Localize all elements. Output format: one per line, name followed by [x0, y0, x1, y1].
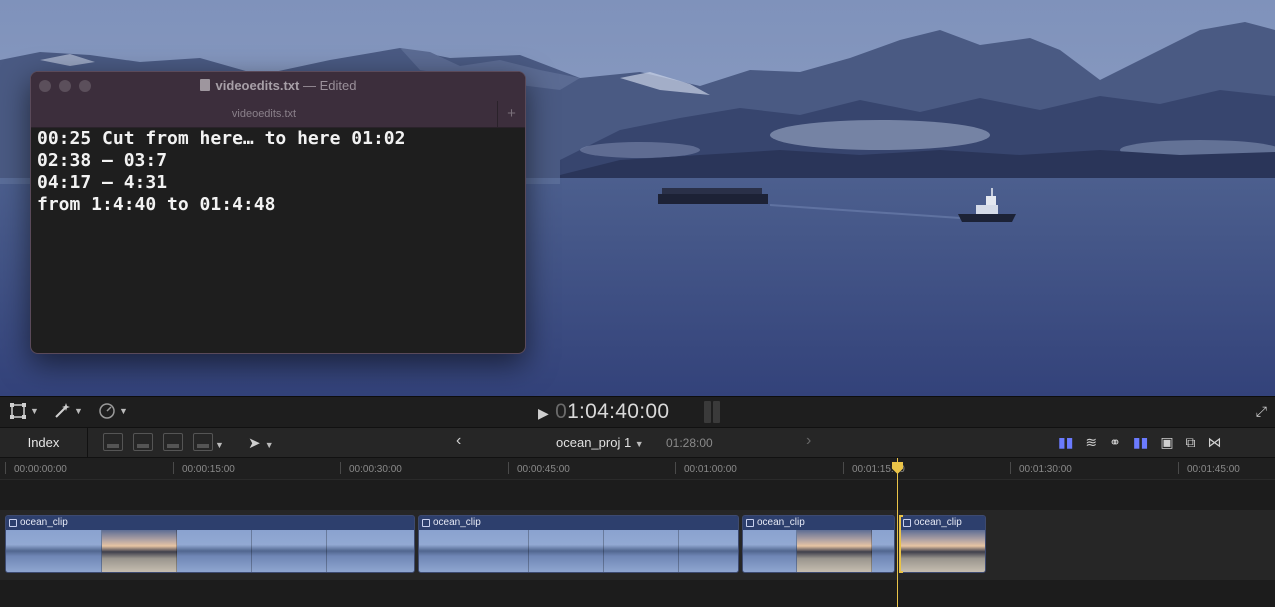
skimming-icon[interactable]: ▮▮: [1058, 434, 1073, 451]
clip-filmstrip: [743, 530, 894, 572]
ruler-label: 00:00:45:00: [517, 464, 570, 475]
clip-name: ocean_clip: [757, 517, 805, 528]
chevron-down-icon: ▼: [264, 440, 274, 450]
timeline-ruler[interactable]: 00:00:00:00 00:00:15:00 00:00:30:00 00:0…: [0, 458, 1275, 480]
ruler-label: 00:01:00:00: [684, 464, 737, 475]
ruler-label: 00:00:00:00: [14, 464, 67, 475]
window-title-separator: —: [299, 78, 320, 93]
arrow-pointer-icon: ➤: [248, 435, 261, 452]
tab-videoedits[interactable]: videoedits.txt: [31, 101, 497, 128]
text-line: 02:38 – 03:7: [37, 150, 168, 171]
select-tool-menu[interactable]: ➤ ▼: [248, 434, 274, 452]
timeline-toolbar: Index ▼ ➤ ▼ ‹ ocean_proj 1 ▼ 01:28:00 › …: [0, 427, 1275, 458]
clip-appearance-icon[interactable]: ▣: [1160, 434, 1173, 451]
index-button[interactable]: Index: [0, 428, 88, 458]
text-document-body[interactable]: 00:25 Cut from here… to here 01:02 02:38…: [31, 128, 525, 216]
ruler-label: 00:01:30:00: [1019, 464, 1072, 475]
ruler-label: 00:00:30:00: [349, 464, 402, 475]
chevron-down-icon: ▼: [634, 439, 644, 449]
timecode-value: 1:04:40:00: [567, 400, 670, 423]
timeline-clip[interactable]: ocean_clip: [418, 515, 739, 573]
ruler-label: 00:01:45:00: [1187, 464, 1240, 475]
fullscreen-icon[interactable]: ⤢: [1256, 403, 1267, 420]
new-tab-button[interactable]: +: [497, 101, 525, 128]
window-title-status: Edited: [319, 78, 357, 93]
window-title: videoedits.txt — Edited: [31, 78, 525, 93]
clip-filmstrip: [6, 530, 414, 572]
clip-icon: [746, 519, 754, 527]
clip-icon: [9, 519, 17, 527]
timecode-display: ▶ 01:04:40:00: [538, 400, 669, 424]
chevron-down-icon: ▼: [74, 406, 83, 416]
clip-icon: [422, 519, 430, 527]
magic-wand-icon: [55, 403, 70, 418]
project-name-menu[interactable]: ocean_proj 1 ▼: [556, 435, 644, 450]
text-line: from 1:4:40 to 01:4:48: [37, 194, 276, 215]
project-duration: 01:28:00: [666, 436, 713, 450]
textedit-window: videoedits.txt — Edited videoedits.txt +…: [30, 71, 526, 354]
chevron-down-icon: ▼: [30, 406, 39, 416]
clip-filmstrip: [419, 530, 738, 572]
chevron-right-icon[interactable]: ›: [806, 432, 811, 450]
enhancements-menu[interactable]: ▼: [53, 402, 83, 420]
timeline-clip[interactable]: ocean_clip: [5, 515, 415, 573]
timeline[interactable]: 00:00:00:00 00:00:15:00 00:00:30:00 00:0…: [0, 458, 1275, 607]
textedit-titlebar[interactable]: videoedits.txt — Edited videoedits.txt +: [31, 72, 525, 128]
append-clip-icon[interactable]: [163, 433, 183, 451]
clip-icon: [903, 519, 911, 527]
text-line: 00:25 Cut from here… to here 01:02: [37, 128, 406, 149]
barge: [658, 194, 768, 204]
window-title-filename: videoedits.txt: [215, 78, 300, 93]
insert-clip-icon[interactable]: [133, 433, 153, 451]
edit-buttons: [103, 433, 213, 451]
transform-menu[interactable]: ▼: [9, 402, 39, 420]
tab-bar: videoedits.txt +: [31, 101, 525, 128]
audio-waveform-icon[interactable]: ≋: [1085, 434, 1097, 451]
document-icon: [199, 79, 210, 91]
timeline-clip[interactable]: ocean_clip: [742, 515, 895, 573]
chevron-left-icon[interactable]: ‹: [456, 432, 461, 450]
connect-clip-icon[interactable]: [103, 433, 123, 451]
inspector-icon[interactable]: ⧉: [1186, 434, 1196, 451]
playhead[interactable]: [897, 458, 898, 607]
chevron-down-icon: ▼: [119, 406, 128, 416]
transitions-icon[interactable]: ⋈: [1208, 434, 1222, 451]
chevron-down-icon[interactable]: ▼: [215, 440, 224, 450]
clip-name: ocean_clip: [914, 517, 962, 528]
viewer: videoedits.txt — Edited videoedits.txt +…: [0, 0, 1275, 396]
ruler-label: 00:00:15:00: [182, 464, 235, 475]
speed-menu[interactable]: ▼: [98, 402, 128, 420]
text-line: 04:17 – 4:31: [37, 172, 168, 193]
overwrite-clip-icon[interactable]: [193, 433, 213, 451]
speedometer-icon: [99, 403, 115, 419]
viewer-toolbar: ▼ ▼ ▼ ▶ 01:04:40:00 ⤢: [0, 396, 1275, 427]
clip-selection-handle[interactable]: [899, 515, 903, 573]
clip-filmstrip: [900, 530, 985, 572]
timeline-view-tools: ▮▮ ≋ ⚭ ▮▮ ▣ ⧉ ⋈: [1058, 434, 1222, 451]
play-icon[interactable]: ▶: [538, 405, 549, 421]
transform-icon: [10, 403, 26, 419]
audio-meters: [704, 401, 720, 423]
clip-name: ocean_clip: [433, 517, 481, 528]
snapping-icon[interactable]: ▮▮: [1133, 434, 1148, 451]
headphones-icon[interactable]: ⚭: [1109, 434, 1121, 451]
clip-name: ocean_clip: [20, 517, 68, 528]
timeline-clip[interactable]: ocean_clip: [899, 515, 986, 573]
project-name: ocean_proj 1: [556, 435, 632, 450]
timecode-dim-digit: 0: [555, 400, 568, 423]
